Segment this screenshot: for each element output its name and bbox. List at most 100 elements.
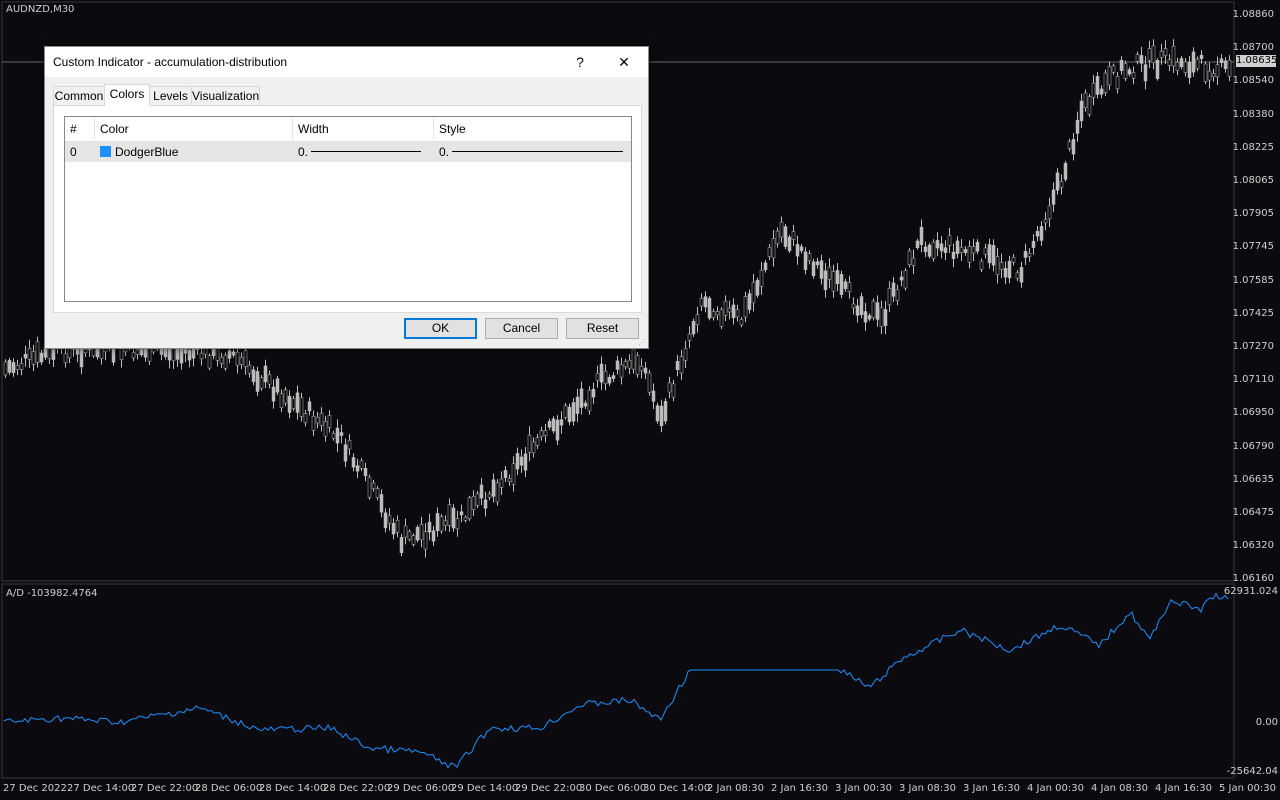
price-tick-label: 1.06635 xyxy=(1232,473,1274,485)
price-tick-label: 1.08065 xyxy=(1232,175,1274,186)
candle-body xyxy=(847,282,852,293)
ok-button[interactable]: OK xyxy=(404,318,477,339)
candle-body xyxy=(11,362,16,374)
row-color-cell[interactable]: DodgerBlue xyxy=(95,142,293,162)
candle-body xyxy=(1135,54,1140,62)
candle-body xyxy=(1179,58,1184,68)
candle-body xyxy=(1023,251,1028,258)
candle-body xyxy=(971,246,976,254)
candle-body xyxy=(679,356,684,374)
candle-body xyxy=(619,364,624,378)
price-tick-label: 1.08860 xyxy=(1232,9,1274,20)
candle-body xyxy=(287,395,292,413)
tab-colors[interactable]: Colors xyxy=(104,84,150,106)
price-tick-label: 1.07110 xyxy=(1232,374,1274,386)
candle-body xyxy=(1087,96,1092,115)
candle-body xyxy=(231,351,236,356)
candle-body xyxy=(543,430,548,436)
ad-indicator-line xyxy=(3,592,1229,769)
candle-body xyxy=(459,511,464,516)
candle-body xyxy=(831,271,836,292)
candle-body xyxy=(1091,82,1096,98)
tab-common[interactable]: Common xyxy=(53,86,105,105)
resize-grip-icon[interactable]: ⋰ xyxy=(638,338,646,347)
width-line-preview xyxy=(311,151,421,152)
candle-body xyxy=(1223,60,1228,70)
candle-body xyxy=(867,315,872,320)
candle-body xyxy=(1103,72,1108,93)
candle-body xyxy=(815,261,820,266)
candle-body xyxy=(503,469,508,478)
dialog-titlebar[interactable]: Custom Indicator - accumulation-distribu… xyxy=(45,47,648,77)
candle-body xyxy=(1143,64,1148,82)
candle-body xyxy=(1107,66,1112,86)
candle-body xyxy=(1147,48,1152,61)
candle-body xyxy=(659,405,664,427)
row-style-cell[interactable]: 0. xyxy=(434,142,631,162)
tab-levels[interactable]: Levels xyxy=(149,86,192,105)
price-tick-label: 1.06790 xyxy=(1232,440,1274,452)
candle-body xyxy=(599,363,604,383)
help-button[interactable]: ? xyxy=(558,47,602,77)
color-name: DodgerBlue xyxy=(115,145,179,159)
candle-body xyxy=(895,289,900,301)
header-color[interactable]: Color xyxy=(95,117,293,141)
reset-button[interactable]: Reset xyxy=(566,318,639,339)
candle-body xyxy=(427,521,432,533)
candle-body xyxy=(655,405,660,422)
candle-body xyxy=(519,456,524,466)
current-price-badge: 1.08635 xyxy=(1236,55,1278,67)
table-row[interactable]: 0 DodgerBlue 0. 0. xyxy=(65,142,631,162)
candle-body xyxy=(1127,69,1132,75)
colors-tab-panel: # Color Width Style 0 DodgerBlue 0. 0. xyxy=(53,105,642,313)
candle-body xyxy=(455,518,460,530)
candle-body xyxy=(707,298,712,319)
candle-body xyxy=(523,453,528,471)
candle-body xyxy=(1083,92,1088,108)
candle-body xyxy=(483,499,488,509)
candle-body xyxy=(355,465,360,472)
candle-body xyxy=(955,240,960,254)
candle-body xyxy=(1211,73,1216,78)
candle-body xyxy=(1207,70,1212,81)
candle-body xyxy=(415,526,420,541)
candle-body xyxy=(391,523,396,535)
candle-body xyxy=(1011,256,1016,263)
header-width[interactable]: Width xyxy=(293,117,434,141)
candle-body xyxy=(259,377,264,389)
candle-body xyxy=(359,460,364,469)
candle-body xyxy=(999,262,1004,270)
candle-body xyxy=(79,348,84,368)
tab-visualization[interactable]: Visualization xyxy=(191,86,260,105)
candle-body xyxy=(207,355,212,369)
time-tick-label: 5 Jan 00:30 xyxy=(1219,783,1276,794)
header-style[interactable]: Style xyxy=(434,117,631,141)
candle-body xyxy=(35,341,40,363)
candle-body xyxy=(507,478,512,482)
cancel-button[interactable]: Cancel xyxy=(485,318,558,339)
candle-body xyxy=(1199,54,1204,59)
price-tick-label: 1.06160 xyxy=(1232,573,1274,585)
candle-body xyxy=(515,453,520,470)
candle-body xyxy=(739,319,744,326)
candle-body xyxy=(471,496,476,510)
candle-body xyxy=(39,352,44,363)
candle-body xyxy=(783,226,788,247)
row-width-cell[interactable]: 0. xyxy=(293,142,434,162)
candle-body xyxy=(687,333,692,341)
candle-body xyxy=(1051,189,1056,205)
price-tick-label: 1.06950 xyxy=(1232,407,1274,419)
header-index[interactable]: # xyxy=(65,117,95,141)
candle-body xyxy=(803,251,808,270)
candle-body xyxy=(1187,62,1192,78)
close-button[interactable]: ✕ xyxy=(602,47,646,77)
time-tick-label: 28 Dec 14:00 xyxy=(259,783,327,794)
candle-body xyxy=(411,535,416,545)
candle-body xyxy=(183,348,188,354)
candle-body xyxy=(283,389,288,404)
candle-body xyxy=(351,457,356,468)
price-tick-label: 1.07425 xyxy=(1232,307,1274,319)
candle-body xyxy=(263,365,268,383)
candle-body xyxy=(975,241,980,252)
candle-body xyxy=(1159,50,1164,58)
